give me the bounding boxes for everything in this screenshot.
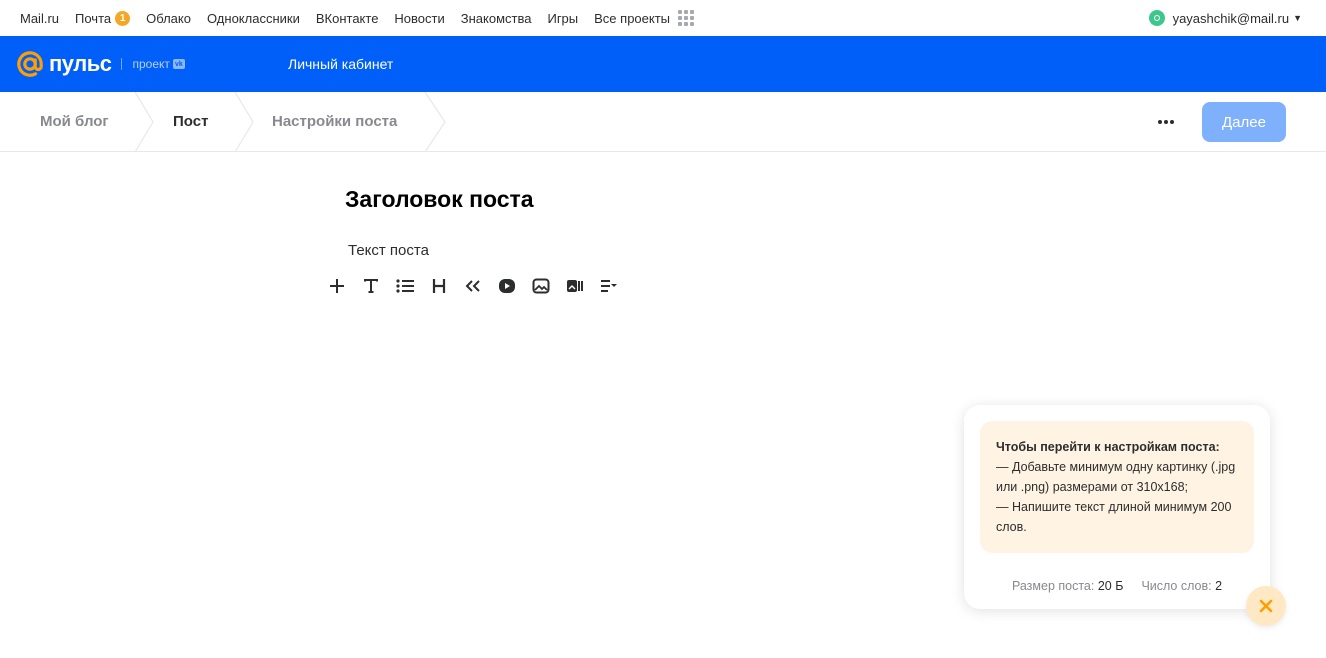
at-logo-icon: [17, 51, 43, 77]
step-chevron-icon: [424, 92, 446, 152]
portal-link-mail-label: Почта: [75, 10, 112, 26]
logo-text: пульс: [49, 51, 112, 76]
step-chevron-icon: [234, 92, 254, 152]
portal-link-mailru[interactable]: Mail.ru: [20, 11, 59, 26]
close-hint-button[interactable]: [1246, 586, 1286, 626]
user-avatar-icon: [1148, 10, 1165, 26]
portal-link-cloud[interactable]: Облако: [146, 11, 191, 26]
align-icon[interactable]: [592, 275, 626, 297]
vk-icon: vk: [172, 59, 185, 69]
word-count-label: Число слов:: [1141, 579, 1212, 593]
post-title-input[interactable]: Заголовок поста: [345, 186, 534, 213]
text-icon[interactable]: [354, 275, 388, 297]
step-my-blog[interactable]: Мой блог: [40, 92, 109, 151]
dot-icon: [1164, 120, 1168, 124]
step-post-settings[interactable]: Настройки поста: [272, 92, 397, 151]
editor-toolbar: [320, 275, 626, 297]
more-options-button[interactable]: [1152, 92, 1180, 152]
requirements-box: Чтобы перейти к настройкам поста: — Доба…: [980, 421, 1254, 553]
post-size-label: Размер поста:: [1011, 579, 1095, 593]
plus-icon[interactable]: [320, 275, 354, 297]
requirements-title: Чтобы перейти к настройкам поста:: [996, 440, 1220, 454]
project-label: проект vk: [132, 57, 185, 71]
apps-grid-icon: [678, 10, 695, 26]
portal-link-ok[interactable]: Одноклассники: [207, 11, 300, 26]
steps-bar: Мой блог Пост Настройки поста Далее: [0, 92, 1326, 152]
word-count-value: 2: [1215, 579, 1223, 593]
step-chevron-icon: [134, 92, 154, 152]
dot-icon: [1158, 120, 1162, 124]
post-text-input[interactable]: Текст поста: [348, 242, 429, 259]
requirement-image: — Добавьте минимум одну картинку (.jpg и…: [996, 460, 1236, 494]
logo-divider: [121, 58, 123, 70]
portal-link-dating[interactable]: Знакомства: [461, 11, 532, 26]
portal-bar: Mail.ru Почта 1 Облако Одноклассники ВКо…: [0, 0, 1326, 36]
pulse-logo[interactable]: пульс проект vk: [16, 50, 185, 78]
portal-link-mail[interactable]: Почта 1: [75, 10, 131, 26]
gallery-icon[interactable]: [558, 275, 592, 297]
dot-icon: [1170, 120, 1174, 124]
portal-link-all-projects[interactable]: Все проекты: [594, 10, 695, 26]
portal-link-games[interactable]: Игры: [547, 11, 578, 26]
portal-links: Mail.ru Почта 1 Облако Одноклассники ВКо…: [0, 10, 710, 26]
video-icon[interactable]: [490, 275, 524, 297]
list-icon[interactable]: [388, 275, 422, 297]
next-button[interactable]: Далее: [1202, 102, 1286, 142]
project-label-text: проект: [132, 57, 170, 71]
user-menu[interactable]: yayashchik@mail.ru ▼: [1148, 0, 1302, 36]
requirement-text: — Напишите текст длиной минимум 200 слов…: [996, 500, 1232, 534]
post-size-stat: Размер поста: 20 Б: [1012, 579, 1124, 593]
user-email: yayashchik@mail.ru: [1172, 10, 1290, 26]
pulse-header: пульс проект vk Личный кабинет: [0, 36, 1326, 92]
caret-down-icon: ▼: [1293, 13, 1302, 23]
portal-link-news[interactable]: Новости: [394, 11, 444, 26]
post-size-value: 20 Б: [1097, 579, 1124, 593]
step-post[interactable]: Пост: [173, 92, 208, 151]
image-icon[interactable]: [524, 275, 558, 297]
quote-icon[interactable]: [456, 275, 490, 297]
all-projects-label: Все проекты: [594, 10, 671, 26]
post-stats: Размер поста: 20 Б Число слов: 2: [964, 579, 1270, 593]
post-requirements-card: Чтобы перейти к настройкам поста: — Доба…: [964, 405, 1270, 609]
word-count-stat: Число слов: 2: [1141, 579, 1222, 593]
personal-cabinet-link[interactable]: Личный кабинет: [288, 36, 393, 92]
heading-icon[interactable]: [422, 275, 456, 297]
mail-count-badge: 1: [115, 10, 131, 26]
portal-link-vk[interactable]: ВКонтакте: [316, 11, 379, 26]
close-icon: [1259, 599, 1273, 613]
